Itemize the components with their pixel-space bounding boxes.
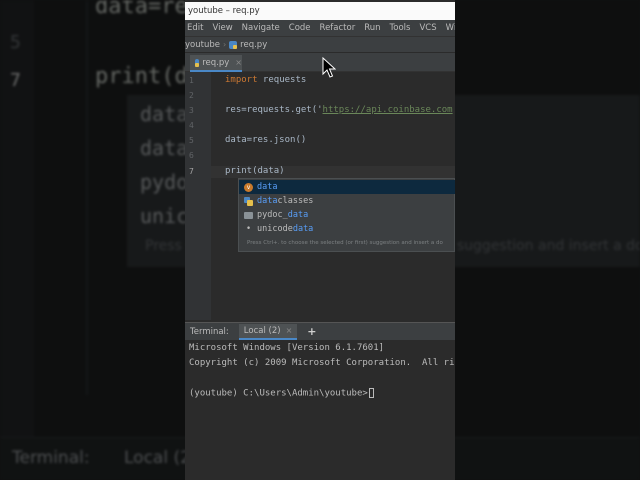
item-match: data xyxy=(257,196,278,206)
item-prefix: unicode xyxy=(257,224,293,234)
menu-vcs[interactable]: VCS xyxy=(419,23,436,33)
completion-item[interactable]: pydoc_ data xyxy=(239,208,455,222)
terminal-tab-label: Local (2) xyxy=(243,325,281,336)
terminal-line: Copyright (c) 2009 Microsoft Corporation… xyxy=(189,358,455,368)
python-file-icon xyxy=(244,196,253,206)
terminal-line: Microsoft Windows [Version 6.1.7601] xyxy=(189,343,385,353)
tab-label: req.py xyxy=(202,57,230,68)
terminal-prompt-line: (youtube) C:\Users\Admin\youtube> xyxy=(189,388,374,399)
menu-tools[interactable]: Tools xyxy=(390,23,411,33)
code-line-3: res=requests.get('https://api.coinbase.c… xyxy=(225,105,453,115)
menu-edit[interactable]: Edit xyxy=(187,23,203,33)
menu-code[interactable]: Code xyxy=(289,23,311,33)
completion-item[interactable]: data classes xyxy=(239,194,455,208)
line-number: 2 xyxy=(189,91,194,100)
url-string[interactable]: https://api.coinbase.com xyxy=(323,105,453,115)
ide-window: youtube – req.py Edit View Navigate Code… xyxy=(185,0,455,480)
terminal-output[interactable]: Microsoft Windows [Version 6.1.7601] Cop… xyxy=(185,340,455,480)
terminal-prompt: (youtube) C:\Users\Admin\youtube> xyxy=(189,388,368,399)
add-terminal-button[interactable]: + xyxy=(307,325,316,338)
code-text: res=requests.get(' xyxy=(225,105,323,115)
variable-icon: v xyxy=(244,182,253,192)
code-line-1: import requests xyxy=(225,75,306,85)
menu-view[interactable]: View xyxy=(212,23,232,33)
item-prefix: pydoc_ xyxy=(257,210,288,220)
package-icon xyxy=(244,211,253,219)
item-match: data xyxy=(292,224,314,234)
menu-bar: Edit View Navigate Code Refactor Run Too… xyxy=(185,20,455,36)
terminal-tab-local[interactable]: Local (2) × xyxy=(238,323,298,340)
python-file-icon xyxy=(229,40,238,49)
python-file-icon xyxy=(195,58,200,67)
line-number: 1 xyxy=(189,76,194,85)
chevron-right-icon: › xyxy=(222,40,227,49)
item-match: data xyxy=(257,182,278,192)
completion-hint: Press Ctrl+. to choose the selected (or … xyxy=(247,240,443,246)
menu-run[interactable]: Run xyxy=(364,23,380,33)
menu-window[interactable]: Window xyxy=(446,23,455,33)
item-match: data xyxy=(287,210,309,220)
completion-item[interactable]: v data xyxy=(239,180,455,194)
code-line-7: print(data) xyxy=(225,166,285,176)
breadcrumb-project[interactable]: youtube xyxy=(185,40,220,50)
editor-tab-bar: req.py × xyxy=(185,53,455,72)
mouse-pointer-icon xyxy=(322,57,336,78)
keyword-import: import xyxy=(225,75,258,85)
window-title: youtube – req.py xyxy=(185,2,455,20)
completion-popup: v data data classes pydoc_ data • unicode d… xyxy=(238,178,455,252)
text-cursor xyxy=(368,388,374,398)
completion-item[interactable]: • unicode data xyxy=(239,222,455,236)
terminal-title: Terminal: xyxy=(190,326,229,337)
module-name: requests xyxy=(257,75,307,85)
close-icon[interactable]: × xyxy=(286,326,293,335)
line-number: 7 xyxy=(189,167,194,176)
terminal-header: Terminal: Local (2) × + xyxy=(185,322,455,340)
menu-navigate[interactable]: Navigate xyxy=(242,23,280,33)
breadcrumb: youtube › req.py xyxy=(185,36,455,53)
close-icon[interactable]: × xyxy=(235,58,242,67)
item-suffix: classes xyxy=(277,196,314,206)
menu-refactor[interactable]: Refactor xyxy=(320,23,356,33)
module-dot-icon: • xyxy=(245,224,252,234)
tab-req-py[interactable]: req.py × xyxy=(190,55,242,72)
line-number: 4 xyxy=(189,121,194,130)
line-number: 3 xyxy=(189,106,194,115)
line-number: 5 xyxy=(189,136,194,145)
code-line-5: data=res.json() xyxy=(225,135,307,145)
breadcrumb-file[interactable]: req.py xyxy=(240,40,267,50)
line-number: 6 xyxy=(189,151,194,160)
